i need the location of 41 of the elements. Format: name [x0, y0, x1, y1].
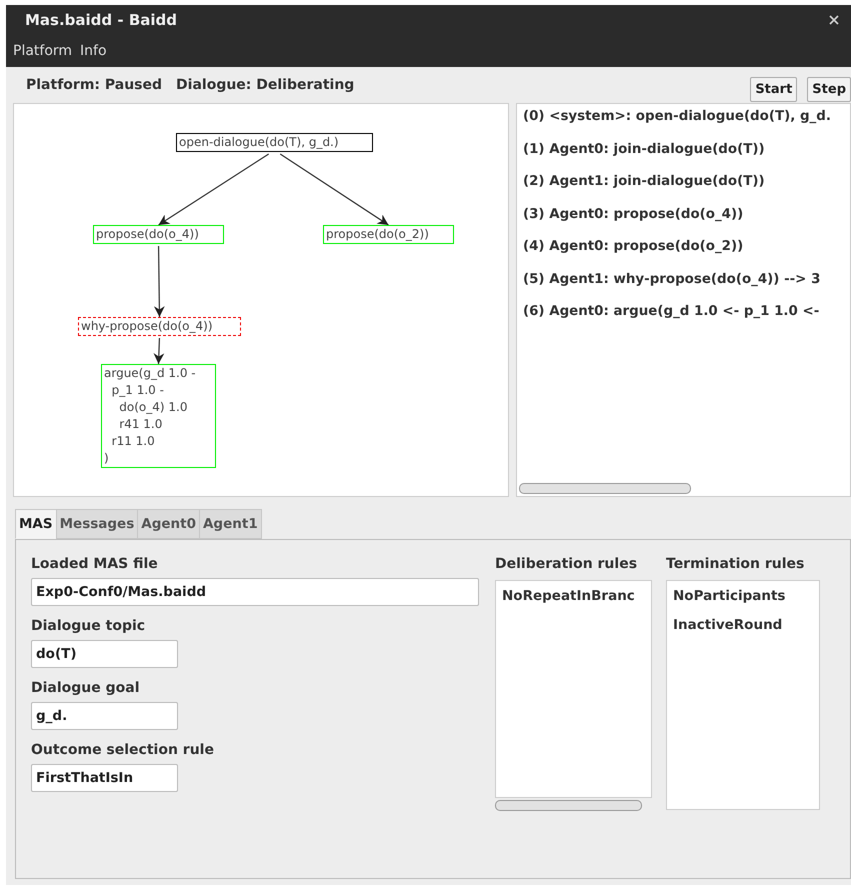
- message-item[interactable]: (4) Agent0: propose(do(o_2)): [523, 239, 844, 272]
- field-label: Outcome selection rule: [31, 742, 214, 758]
- message-item[interactable]: (2) Agent1: join-dialogue(do(T)): [523, 174, 844, 206]
- tab[interactable]: Agent1: [198, 509, 262, 539]
- graph-node[interactable]: propose(do(o_2)): [323, 225, 454, 244]
- message-item[interactable]: (6) Agent0: argue(g_d 1.0 <- p_1 1.0 <-: [523, 304, 844, 336]
- toolbar-button[interactable]: Step: [807, 76, 851, 102]
- close-icon[interactable]: [829, 15, 839, 25]
- graph-node[interactable]: propose(do(o_4)): [93, 225, 224, 244]
- message-item[interactable]: (3) Agent0: propose(do(o_4)): [523, 206, 844, 239]
- graph-node[interactable]: why-propose(do(o_4)): [78, 317, 241, 336]
- list-label: Termination rules: [666, 556, 806, 572]
- menu-item[interactable]: Info: [80, 43, 107, 59]
- list-item[interactable]: InactiveRound: [673, 617, 813, 633]
- message-item[interactable]: (5) Agent1: why-propose(do(o_4)) --> 3: [523, 272, 844, 304]
- field-label: Loaded MAS file: [31, 556, 158, 572]
- scrollbar[interactable]: [495, 800, 642, 811]
- edge-arrow: [154, 338, 164, 364]
- field-label: Dialogue goal: [31, 680, 140, 696]
- edge-arrow: [154, 246, 165, 317]
- tab[interactable]: Agent0: [137, 509, 200, 539]
- dialogue-status: Dialogue: Deliberating: [176, 77, 354, 93]
- text-field[interactable]: FirstThatIsIn: [31, 764, 178, 792]
- platform-status: Platform: Paused: [26, 77, 162, 93]
- graph-node[interactable]: argue(g_d 1.0 - p_1 1.0 - do(o_4) 1.0 r41 1.0 r11 1.0 ): [101, 364, 216, 468]
- text-field[interactable]: do(T): [31, 640, 178, 668]
- text-field[interactable]: g_d.: [31, 702, 178, 730]
- list-item[interactable]: NoParticipants: [673, 588, 813, 604]
- tab[interactable]: Messages: [56, 509, 138, 539]
- list-item[interactable]: NoRepeatInBranc: [502, 588, 645, 604]
- list-label: Deliberation rules: [495, 556, 638, 572]
- graph-node[interactable]: open-dialogue(do(T), g_d.): [176, 133, 373, 152]
- window-title: Mas.baidd - Baidd: [25, 11, 178, 29]
- message-item[interactable]: (1) Agent0: join-dialogue(do(T)): [523, 142, 844, 174]
- tab[interactable]: MAS: [15, 509, 57, 539]
- scrollbar[interactable]: [519, 483, 691, 494]
- text-field[interactable]: Exp0-Conf0/Mas.baidd: [31, 578, 479, 606]
- toolbar-button[interactable]: Start: [750, 76, 798, 102]
- menu-item[interactable]: Platform: [13, 43, 72, 59]
- field-label: Dialogue topic: [31, 618, 146, 634]
- message-item[interactable]: (0) <system>: open-dialogue(do(T), g_d.: [523, 109, 844, 142]
